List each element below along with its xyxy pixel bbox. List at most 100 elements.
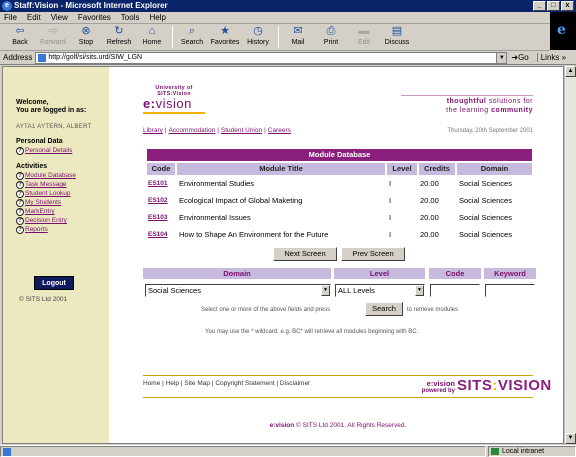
sidebar-item-mark-entry[interactable]: ? MarkEntry <box>16 207 109 216</box>
module-code-link[interactable]: ES102 <box>148 195 168 207</box>
footer-link-help[interactable]: Help <box>166 380 179 387</box>
module-code-link[interactable]: ES103 <box>148 212 168 224</box>
col-header-code: Code <box>147 163 175 175</box>
personal-data-heading: Personal Data <box>16 138 63 145</box>
menu-view[interactable]: View <box>51 13 68 22</box>
sidebar-item-personal-details[interactable]: ? Personal Details <box>16 146 109 155</box>
search-button[interactable]: ⌕ Search <box>176 25 208 47</box>
address-input[interactable]: http://golf/si/sits.urd/SIW_LGN ▼ <box>35 51 508 64</box>
minimize-button[interactable]: _ <box>533 1 546 11</box>
help-icon: ? <box>16 180 24 189</box>
address-label: Address <box>3 53 33 62</box>
help-icon: ? <box>16 216 24 225</box>
stop-button[interactable]: ⊗ Stop <box>70 25 102 47</box>
discuss-button[interactable]: ▤ Discuss <box>381 25 413 47</box>
forward-button[interactable]: ⇨ Forward <box>37 25 69 47</box>
refresh-button[interactable]: ↻ Refresh <box>103 25 135 47</box>
scroll-down-icon[interactable]: ▼ <box>565 433 576 444</box>
module-code-link[interactable]: ES104 <box>148 229 168 241</box>
menu-tools[interactable]: Tools <box>121 13 140 22</box>
code-input[interactable] <box>430 284 480 297</box>
ie-app-icon: e <box>2 1 12 11</box>
footer-evision-logo: e:vision <box>426 379 455 388</box>
sidebar-item-reports[interactable]: ? Reports <box>16 225 109 234</box>
logout-button[interactable]: Logout <box>34 276 74 290</box>
module-database-title: Module Database <box>147 149 532 161</box>
address-url: http://golf/si/sits.urd/SIW_LGN <box>48 53 143 61</box>
close-button[interactable]: x <box>561 1 574 11</box>
col-header-domain: Domain <box>457 163 532 175</box>
print-icon: ⎙ <box>326 25 336 37</box>
logo-vision: vision <box>155 96 192 111</box>
link-careers[interactable]: Careers <box>268 127 291 134</box>
search-header-keyword: Keyword <box>484 268 536 279</box>
vertical-scrollbar[interactable]: ▲ ▼ <box>564 66 576 444</box>
sidebar-item-module-database[interactable]: ? Module Database <box>16 171 109 180</box>
sits-vision-logo: SITS:VISION <box>457 377 552 394</box>
powered-by: e:vision powered by <box>411 379 455 394</box>
toolbar-separator <box>172 26 173 48</box>
back-arrow-icon: ⇦ <box>15 25 25 37</box>
level-select[interactable]: ALL Levels ▼ <box>335 284 425 297</box>
module-domain: Social Sciences <box>459 230 512 239</box>
sidebar-item-my-students[interactable]: ? My Students <box>16 198 109 207</box>
current-date: Thursday, 20th September 2001 <box>447 128 533 134</box>
footer-links: Home | Help | Site Map | Copyright State… <box>143 380 311 387</box>
logged-in-text: You are logged in as: <box>16 107 87 114</box>
stop-icon: ⊗ <box>81 25 91 37</box>
sidebar-item-decision-entry[interactable]: ? Decision Entry <box>16 216 109 225</box>
keyword-input[interactable] <box>485 284 535 297</box>
menu-file[interactable]: File <box>4 13 17 22</box>
status-bar: Local intranet <box>0 445 576 457</box>
favorites-button[interactable]: ★ Favorites <box>209 25 241 47</box>
maximize-button[interactable]: □ <box>547 1 560 11</box>
menu-favorites[interactable]: Favorites <box>78 13 111 22</box>
footer-link-home[interactable]: Home <box>143 380 160 387</box>
chevron-down-icon: ▼ <box>415 285 424 296</box>
col-header-module-title: Module Title <box>177 163 385 175</box>
home-button[interactable]: ⌂ Home <box>136 25 168 47</box>
edit-button[interactable]: ▬ Edit <box>348 25 380 47</box>
chevron-down-icon: ▼ <box>321 285 330 296</box>
home-icon: ⌂ <box>148 25 156 37</box>
menu-edit[interactable]: Edit <box>27 13 41 22</box>
history-button[interactable]: ◷ History <box>242 25 274 47</box>
link-student-union[interactable]: Student Union <box>221 127 262 134</box>
sidebar-item-task-message[interactable]: ? Task Message <box>16 180 109 189</box>
search-icon: ⌕ <box>188 25 196 37</box>
activities-heading: Activities <box>16 163 48 170</box>
mail-button[interactable]: ✉ Mail <box>282 25 314 47</box>
sidebar-copyright: © SITS Ltd 2001 <box>19 296 68 303</box>
module-credits: 20.00 <box>420 213 439 222</box>
link-accommodation[interactable]: Accommodation <box>169 127 216 134</box>
ie-throbber-logo: e <box>550 12 576 50</box>
footer-link-copyright[interactable]: Copyright Statement <box>215 380 274 387</box>
scroll-up-icon[interactable]: ▲ <box>565 66 576 77</box>
sidebar-item-student-lookup[interactable]: ? Student Lookup <box>16 189 109 198</box>
module-title: Environmental Issues <box>179 213 251 222</box>
prev-screen-button[interactable]: Prev Screen <box>341 247 405 261</box>
browser-toolbar: ⇦ Back ⇨ Forward ⊗ Stop ↻ Refresh ⌂ Home ⌕ Sea… <box>0 25 550 51</box>
module-title: Environmental Studies <box>179 179 255 188</box>
next-screen-button[interactable]: Next Screen <box>273 247 337 261</box>
help-icon: ? <box>16 146 24 155</box>
back-button[interactable]: ⇦ Back <box>4 25 36 47</box>
window-titlebar: e Staff:Vision - Microsoft Internet Expl… <box>0 0 576 12</box>
menu-help[interactable]: Help <box>149 13 165 22</box>
help-icon: ? <box>16 198 24 207</box>
security-zone: Local intranet <box>488 446 576 457</box>
print-button[interactable]: ⎙ Print <box>315 25 347 47</box>
col-header-level: Level <box>387 163 417 175</box>
module-code-link[interactable]: ES101 <box>148 178 168 190</box>
footer-link-disclaimer[interactable]: Disclaimer <box>280 380 310 387</box>
page-copyright: e:vision © SITS Ltd 2001. All Rights Res… <box>269 422 407 429</box>
window-controls: _ □ x <box>533 1 574 11</box>
domain-select[interactable]: Social Sciences ▼ <box>145 284 331 297</box>
search-submit-button[interactable]: Search <box>365 302 403 316</box>
search-header-level: Level <box>334 268 425 279</box>
links-button[interactable]: Links » <box>536 53 566 62</box>
footer-link-site-map[interactable]: Site Map <box>184 380 210 387</box>
link-library[interactable]: Library <box>143 127 163 134</box>
address-dropdown-icon[interactable]: ▼ <box>496 52 507 63</box>
go-button[interactable]: ➜Go <box>511 53 528 62</box>
